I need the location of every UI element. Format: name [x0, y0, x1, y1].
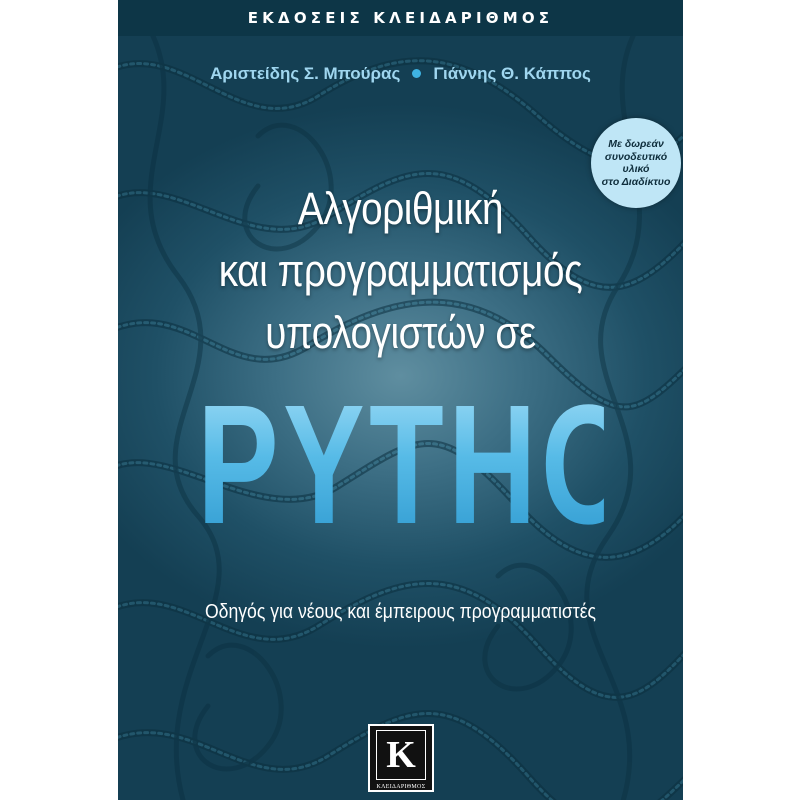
- publisher-logo-icon: K ΚΛΕΙΔΑΡΙΘΜΟΣ: [368, 724, 434, 792]
- badge-line: συνοδευτικό: [604, 150, 668, 163]
- publisher-name: ΕΚΔΟΣΕΙΣ ΚΛΕΙΔΑΡΙΘΜΟΣ: [247, 9, 554, 27]
- title-line: Αλγοριθμική: [297, 183, 504, 234]
- publisher-bar: ΕΚΔΟΣΕΙΣ ΚΛΕΙΔΑΡΙΘΜΟΣ: [118, 0, 683, 36]
- bullet-dot-icon: [412, 69, 422, 79]
- book-cover: ΕΚΔΟΣΕΙΣ ΚΛΕΙΔΑΡΙΘΜΟΣ Αριστείδης Σ. Μπού…: [118, 0, 683, 800]
- authors-line: Αριστείδης Σ. Μπούρας Γιάννης Θ. Κάππος: [118, 64, 683, 84]
- badge-line: Με δωρεάν: [608, 138, 664, 150]
- badge-line: υλικό: [622, 163, 650, 175]
- title-line: υπολογιστών σε: [265, 307, 536, 358]
- logo-text: ΚΛΕΙΔΑΡΙΘΜΟΣ: [376, 784, 426, 790]
- book-subtitle: Οδηγός για νέους και έμπειρους προγραμμα…: [204, 601, 597, 623]
- logo-letter: K: [376, 730, 426, 780]
- python-heading: PYTHON: [197, 370, 683, 560]
- title-line: και προγραμματισμός: [218, 245, 583, 296]
- author-1: Αριστείδης Σ. Μπούρας: [210, 64, 401, 83]
- book-title: Αλγοριθμική και προγραμματισμός υπολογισ…: [158, 178, 644, 364]
- author-2: Γιάννης Θ. Κάππος: [433, 64, 591, 83]
